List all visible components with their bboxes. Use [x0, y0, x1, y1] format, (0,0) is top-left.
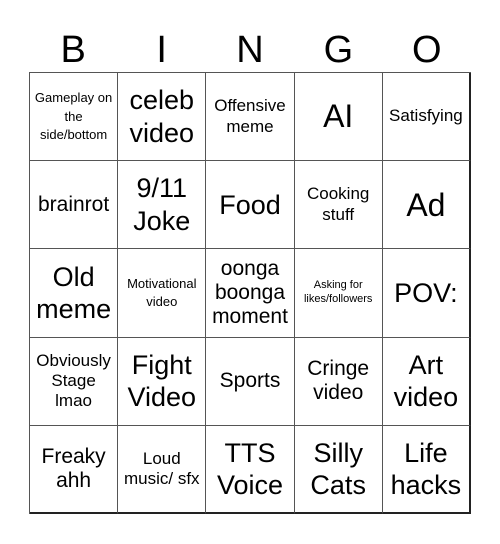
- bingo-header: B I N G O: [29, 28, 471, 72]
- bingo-cell[interactable]: Art video: [382, 337, 471, 426]
- header-letter-o: O: [412, 29, 442, 71]
- bingo-cell[interactable]: Sports: [206, 337, 295, 426]
- header-letter-n: N: [236, 29, 264, 71]
- bingo-cell[interactable]: Fight Video: [118, 337, 207, 426]
- bingo-cell[interactable]: Obviously Stage lmao: [30, 337, 119, 426]
- bingo-cell[interactable]: Food: [206, 161, 295, 250]
- bingo-cell[interactable]: Life hacks: [382, 425, 471, 514]
- bingo-cell[interactable]: Cooking stuff: [294, 161, 383, 250]
- header-letter-i: I: [156, 29, 167, 71]
- bingo-cell[interactable]: Satisfying: [382, 73, 471, 162]
- bingo-board: Gameplay on the side/bottom celeb video …: [29, 72, 471, 514]
- bingo-cell[interactable]: Cringe video: [294, 337, 383, 426]
- bingo-cell[interactable]: Ad: [382, 161, 471, 250]
- bingo-cell[interactable]: celeb video: [118, 73, 207, 162]
- bingo-cell[interactable]: oonga boonga moment: [206, 249, 295, 338]
- bingo-cell[interactable]: Gameplay on the side/bottom: [30, 73, 119, 162]
- header-letter-b: B: [60, 29, 86, 71]
- bingo-cell[interactable]: Old meme: [30, 249, 119, 338]
- header-letter-g: G: [323, 29, 354, 71]
- bingo-cell[interactable]: Silly Cats: [294, 425, 383, 514]
- bingo-cell[interactable]: TTS Voice: [206, 425, 295, 514]
- bingo-cell[interactable]: brainrot: [30, 161, 119, 250]
- bingo-cell[interactable]: Offensive meme: [206, 73, 295, 162]
- bingo-cell[interactable]: 9/11 Joke: [118, 161, 207, 250]
- bingo-cell[interactable]: Freaky ahh: [30, 425, 119, 514]
- bingo-cell[interactable]: AI: [294, 73, 383, 162]
- bingo-cell[interactable]: POV:: [382, 249, 471, 338]
- bingo-cell[interactable]: Asking for likes/followers: [294, 249, 383, 338]
- bingo-cell[interactable]: Motivational video: [118, 249, 207, 338]
- bingo-cell[interactable]: Loud music/ sfx: [118, 425, 207, 514]
